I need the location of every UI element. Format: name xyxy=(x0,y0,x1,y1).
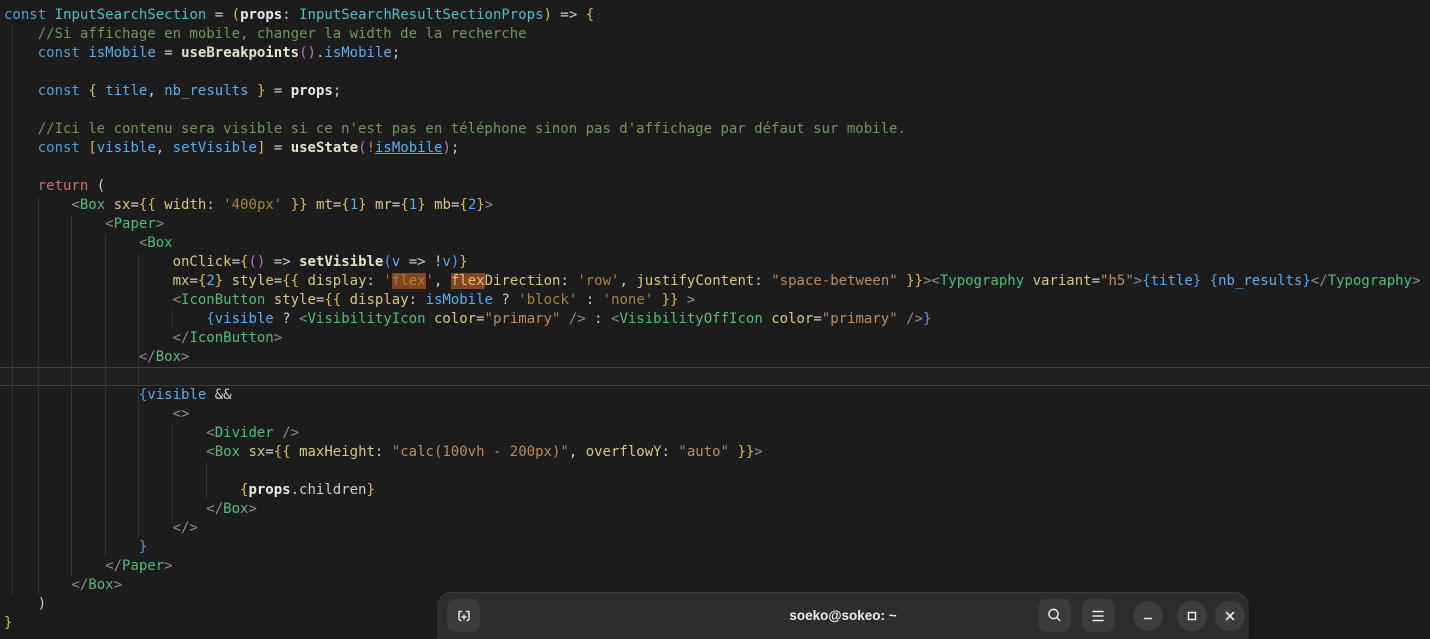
code-line: </IconButton> xyxy=(4,329,1430,348)
code-line xyxy=(0,367,1430,386)
code-line: const [visible, setVisible] = useState(!… xyxy=(4,139,1430,158)
indent-guide xyxy=(38,196,39,595)
code-line: <IconButton style={{ display: isMobile ?… xyxy=(4,291,1430,310)
code-line xyxy=(4,63,1430,82)
menu-button[interactable] xyxy=(1082,599,1115,632)
code-line: } xyxy=(4,538,1430,557)
code-line: <Box xyxy=(4,234,1430,253)
code-line: <> xyxy=(4,405,1430,424)
code-editor[interactable]: const InputSearchSection = (props: Input… xyxy=(0,0,1430,639)
maximize-button[interactable] xyxy=(1177,601,1207,631)
code-line: </> xyxy=(4,519,1430,538)
code-line xyxy=(4,101,1430,120)
code-line: </Paper> xyxy=(4,557,1430,576)
code-line: </Box> xyxy=(4,500,1430,519)
indent-guide xyxy=(138,253,139,538)
indent-guide xyxy=(172,310,173,329)
indent-guide xyxy=(206,462,207,500)
code-line: <Box sx={{ maxHeight: "calc(100vh - 200p… xyxy=(4,443,1430,462)
code-line: onClick={() => setVisible(v => !v)} xyxy=(4,253,1430,272)
code-line: {props.children} xyxy=(4,481,1430,500)
code-line: <Paper> xyxy=(4,215,1430,234)
minimize-button[interactable] xyxy=(1133,601,1163,631)
code-line: {visible && xyxy=(4,386,1430,405)
code-line xyxy=(4,158,1430,177)
code-line: <Divider /> xyxy=(4,424,1430,443)
code-line: <Box sx={{ width: '400px' }} mt={1} mr={… xyxy=(4,196,1430,215)
close-icon xyxy=(1224,610,1236,622)
indent-guide xyxy=(172,424,173,519)
indent-guide xyxy=(71,215,72,576)
code-line: const InputSearchSection = (props: Input… xyxy=(4,6,1430,25)
terminal-titlebar[interactable]: soeko@sokeo: ~ xyxy=(437,592,1249,639)
search-icon xyxy=(1046,607,1063,624)
maximize-icon xyxy=(1186,610,1198,622)
code-line: //Ici le contenu sera visible si ce n'es… xyxy=(4,120,1430,139)
code-line: mx={2} style={{ display: 'flex', flexDir… xyxy=(4,272,1430,291)
close-button[interactable] xyxy=(1215,601,1245,631)
code-line: const { title, nb_results } = props; xyxy=(4,82,1430,101)
menu-icon xyxy=(1091,609,1107,623)
screen: const InputSearchSection = (props: Input… xyxy=(0,0,1430,639)
code-line: return ( xyxy=(4,177,1430,196)
minimize-icon xyxy=(1142,610,1154,622)
code-line: </Box> xyxy=(4,348,1430,367)
terminal-title: soeko@sokeo: ~ xyxy=(437,592,1249,639)
search-button[interactable] xyxy=(1038,599,1071,632)
code-line xyxy=(4,462,1430,481)
indent-guide xyxy=(12,25,13,595)
code-line: {visible ? <VisibilityIcon color="primar… xyxy=(4,310,1430,329)
code-line: //Si affichage en mobile, changer la wid… xyxy=(4,25,1430,44)
indent-guide xyxy=(105,234,106,557)
code-line: const isMobile = useBreakpoints().isMobi… xyxy=(4,44,1430,63)
